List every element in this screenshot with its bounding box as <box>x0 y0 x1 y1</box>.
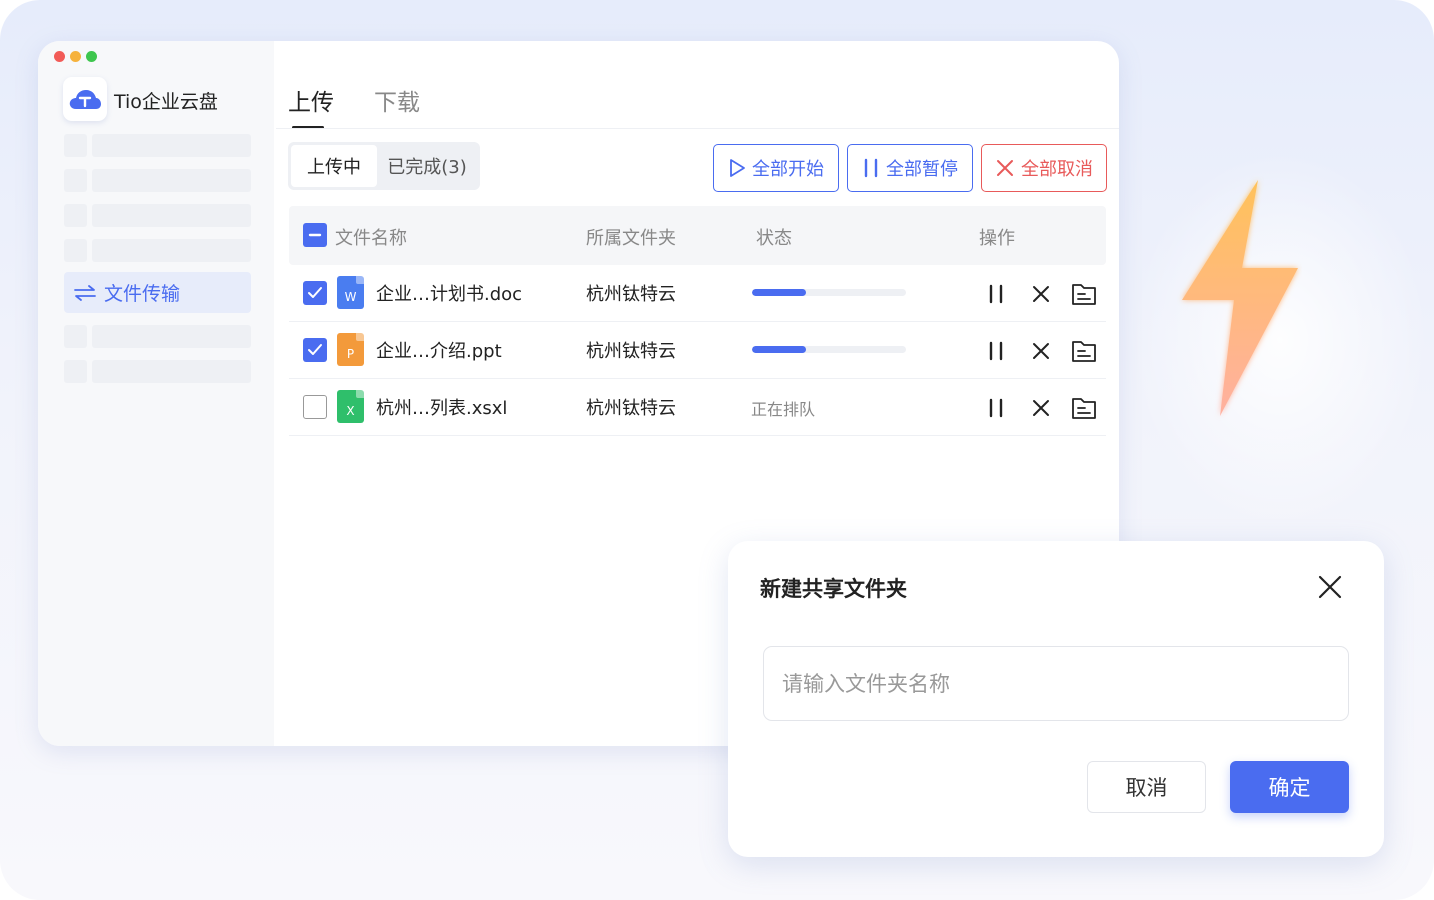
file-name: 企业…计划书.doc <box>376 284 523 305</box>
table-row[interactable]: P 企业…介绍.ppt 杭州钛特云 <box>289 322 1106 379</box>
start-all-button[interactable]: 全部开始 <box>713 144 839 192</box>
file-name: 企业…介绍.ppt <box>376 341 502 362</box>
folder-file-icon <box>1072 284 1096 305</box>
cancel-row-button[interactable] <box>1028 338 1054 364</box>
segment-completed[interactable]: 已完成(3) <box>377 145 477 187</box>
column-header-folder[interactable]: 所属文件夹 <box>586 224 676 250</box>
folder-name: 杭州钛特云 <box>586 284 676 305</box>
close-icon <box>1318 575 1342 599</box>
minus-icon <box>308 233 322 237</box>
close-icon <box>1033 286 1049 302</box>
open-folder-button[interactable] <box>1071 338 1097 364</box>
dialog-title: 新建共享文件夹 <box>760 577 907 601</box>
column-header-ops: 操作 <box>979 228 1015 249</box>
queue-status: 正在排队 <box>751 400 816 419</box>
upload-progress-fill <box>752 289 806 296</box>
new-shared-folder-dialog: 新建共享文件夹 取消 确定 <box>728 541 1384 857</box>
pause-icon <box>864 158 878 178</box>
minimize-window-dot[interactable] <box>70 51 81 62</box>
sidebar-item-placeholder[interactable] <box>64 204 251 227</box>
folder-file-icon <box>1072 341 1096 362</box>
row-checkbox[interactable] <box>303 338 327 362</box>
upload-status-segment: 上传中 已完成(3) <box>288 142 480 190</box>
play-icon <box>730 159 745 177</box>
sidebar-item-placeholder[interactable] <box>64 169 251 192</box>
upload-progress-bar <box>752 346 906 353</box>
tab-download[interactable]: 下载 <box>374 83 420 123</box>
pause-row-button[interactable] <box>983 281 1009 307</box>
ppt-file-icon: P <box>337 333 364 366</box>
word-file-icon: W <box>337 276 364 309</box>
sidebar-item-file-transfer[interactable]: 文件传输 <box>64 272 251 313</box>
close-icon <box>1033 343 1049 359</box>
table-row[interactable]: W 企业…计划书.doc 杭州钛特云 <box>289 265 1106 322</box>
close-window-dot[interactable] <box>54 51 65 62</box>
sidebar-item-placeholder[interactable] <box>64 325 251 348</box>
table-row[interactable]: X 杭州…列表.xsxl 杭州钛特云 正在排队 <box>289 379 1106 436</box>
table-header: 文件名称 所属文件夹 状态 操作 <box>289 206 1106 265</box>
confirm-button[interactable]: 确定 <box>1230 761 1349 813</box>
upload-progress-bar <box>752 289 906 296</box>
sidebar-item-label: 文件传输 <box>104 283 181 305</box>
pause-icon <box>989 341 1003 361</box>
folder-file-icon <box>1072 398 1096 419</box>
sidebar-item-placeholder[interactable] <box>64 134 251 157</box>
pause-icon <box>989 284 1003 304</box>
transfer-icon <box>74 284 96 301</box>
select-all-checkbox[interactable] <box>303 223 327 247</box>
pause-row-button[interactable] <box>983 338 1009 364</box>
tabs-divider <box>276 128 1119 129</box>
dialog-close-button[interactable] <box>1316 573 1344 601</box>
excel-file-icon: X <box>337 390 364 423</box>
open-folder-button[interactable] <box>1071 395 1097 421</box>
column-header-status[interactable]: 状态 <box>756 224 792 250</box>
transfer-tabs: 上传 下载 <box>288 83 420 129</box>
column-header-name[interactable]: 文件名称 <box>335 224 407 250</box>
close-icon <box>997 160 1013 176</box>
cancel-all-button[interactable]: 全部取消 <box>981 144 1107 192</box>
segment-uploading[interactable]: 上传中 <box>291 145 377 187</box>
tab-upload[interactable]: 上传 <box>288 83 334 129</box>
pause-row-button[interactable] <box>983 395 1009 421</box>
row-checkbox[interactable] <box>303 281 327 305</box>
cloud-logo-icon <box>69 90 101 109</box>
window-controls <box>54 51 97 62</box>
app-name: Tio企业云盘 <box>114 91 218 113</box>
sidebar-item-placeholder[interactable] <box>64 239 251 262</box>
app-logo <box>63 77 107 121</box>
cancel-row-button[interactable] <box>1028 395 1054 421</box>
pause-all-button[interactable]: 全部暂停 <box>847 144 973 192</box>
cancel-row-button[interactable] <box>1028 281 1054 307</box>
open-folder-button[interactable] <box>1071 281 1097 307</box>
sidebar: Tio企业云盘 文件传输 <box>38 41 274 746</box>
file-name: 杭州…列表.xsxl <box>376 398 508 419</box>
folder-name: 杭州钛特云 <box>586 398 676 419</box>
sidebar-item-placeholder[interactable] <box>64 360 251 383</box>
check-icon <box>308 344 322 355</box>
row-checkbox[interactable] <box>303 395 327 419</box>
folder-name-input[interactable] <box>763 646 1349 721</box>
close-icon <box>1033 400 1049 416</box>
upload-progress-fill <box>752 346 806 353</box>
folder-name: 杭州钛特云 <box>586 341 676 362</box>
cancel-button[interactable]: 取消 <box>1087 761 1206 813</box>
pause-icon <box>989 398 1003 418</box>
maximize-window-dot[interactable] <box>86 51 97 62</box>
lightning-bolt-icon <box>1182 180 1298 416</box>
check-icon <box>308 287 322 298</box>
